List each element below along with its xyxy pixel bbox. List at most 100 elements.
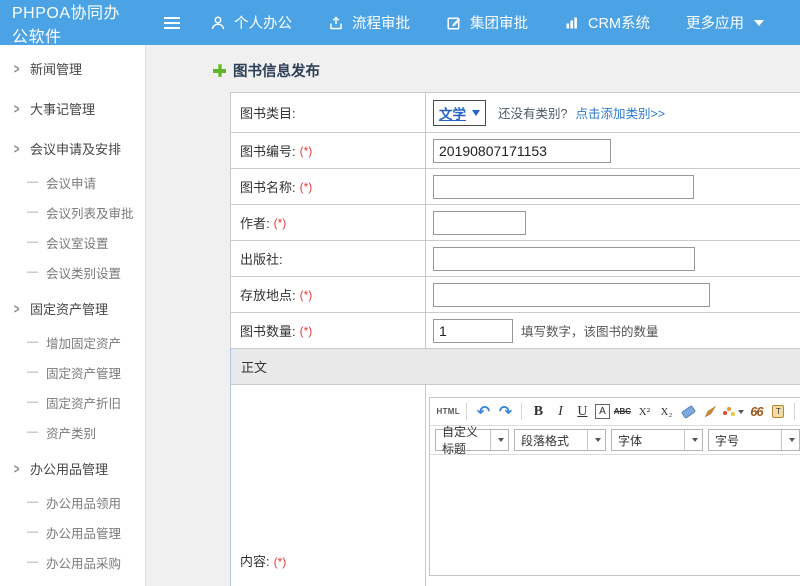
sidebar-item-meeting[interactable]: 会议申请及安排 bbox=[0, 130, 145, 167]
form-row-book-no: 图书编号:(*) bbox=[230, 133, 800, 169]
format-brush-icon[interactable] bbox=[701, 401, 720, 422]
font-size-select[interactable]: 字号 bbox=[708, 429, 800, 451]
form-row-location: 存放地点: (*) bbox=[230, 277, 800, 313]
add-category-link[interactable]: 点击添加类别>> bbox=[575, 103, 665, 122]
rich-text-editor: HTML ↶ ↷ B I U A ABC X² X₂ bbox=[429, 397, 800, 576]
bold-button[interactable]: B bbox=[529, 401, 548, 422]
nav-item-group-approval[interactable]: 集团审批 bbox=[446, 12, 528, 33]
nav-item-personal-office[interactable]: 个人办公 bbox=[210, 12, 292, 33]
nav-item-process-approval[interactable]: 流程审批 bbox=[328, 12, 410, 33]
required-mark: (*) bbox=[274, 216, 287, 230]
publisher-label: 出版社: bbox=[240, 249, 283, 268]
dash-icon bbox=[27, 396, 38, 408]
publisher-input[interactable] bbox=[433, 247, 695, 271]
sidebar-item-asset-depreciation[interactable]: 固定资产折旧 bbox=[0, 387, 145, 417]
required-mark: (*) bbox=[300, 180, 313, 194]
required-mark: (*) bbox=[274, 555, 287, 569]
paste-icon[interactable]: T bbox=[769, 401, 788, 422]
chevron-right-icon bbox=[14, 60, 20, 76]
dash-icon bbox=[27, 556, 38, 568]
crm-chart-icon bbox=[564, 15, 580, 31]
editor-toolbar-row2: 自定义标题 段落格式 字体 字号 bbox=[430, 426, 800, 455]
sidebar-item-asset-category[interactable]: 资产类别 bbox=[0, 417, 145, 447]
sidebar-item-add-asset[interactable]: 增加固定资产 bbox=[0, 327, 145, 357]
location-label: 存放地点: bbox=[240, 285, 296, 304]
form-row-quantity: 图书数量: (*) 填写数字，该图书的数量 bbox=[230, 313, 800, 349]
form-row-book-name: 图书名称: (*) bbox=[230, 169, 800, 205]
quantity-input[interactable] bbox=[433, 319, 513, 343]
dash-icon bbox=[27, 526, 38, 538]
autotypeset-button[interactable]: A bbox=[595, 404, 610, 419]
chevron-right-icon bbox=[14, 100, 20, 116]
dash-icon bbox=[27, 266, 38, 278]
redo-icon[interactable]: ↷ bbox=[496, 401, 515, 422]
sidebar-item-news[interactable]: 新闻管理 bbox=[0, 50, 145, 87]
author-input[interactable] bbox=[433, 211, 526, 235]
font-family-select[interactable]: 字体 bbox=[611, 429, 703, 451]
category-hint: 还没有类别? bbox=[498, 103, 567, 122]
sidebar-item-supplies-manage[interactable]: 办公用品管理 bbox=[0, 517, 145, 547]
book-name-input[interactable] bbox=[433, 175, 694, 199]
form-row-author: 作者: (*) bbox=[230, 205, 800, 241]
color-palette-icon[interactable] bbox=[723, 401, 744, 422]
form-row-publisher: 出版社: bbox=[230, 241, 800, 277]
main-content: 图书信息发布 图书类目: 文学 还没有类别? 点击添加类别>> 图书编号:(*) bbox=[146, 45, 800, 586]
underline-button[interactable]: U bbox=[573, 401, 592, 422]
green-plus-icon bbox=[213, 64, 226, 77]
select-caret-icon bbox=[472, 110, 480, 116]
sidebar-item-office-supplies[interactable]: 办公用品管理 bbox=[0, 450, 145, 487]
category-select[interactable]: 文学 bbox=[433, 100, 486, 126]
book-no-label: 图书编号: bbox=[240, 141, 296, 160]
paragraph-format-select[interactable]: 段落格式 bbox=[514, 429, 606, 451]
required-mark: (*) bbox=[300, 324, 313, 338]
dash-icon bbox=[27, 336, 38, 348]
hamburger-menu-icon[interactable] bbox=[164, 17, 176, 29]
eraser-icon[interactable] bbox=[679, 401, 698, 422]
top-bar: PHPOA协同办公软件 个人办公 流程审批 集团审批 CRM系统 更多应用 bbox=[0, 0, 800, 45]
sidebar-item-supplies-stock[interactable]: 办公用品库存管理 bbox=[0, 577, 145, 586]
dash-icon bbox=[27, 426, 38, 438]
sidebar-item-events[interactable]: 大事记管理 bbox=[0, 90, 145, 127]
superscript-button[interactable]: X² bbox=[635, 401, 654, 422]
user-icon bbox=[210, 15, 226, 31]
subscript-button[interactable]: X₂ bbox=[657, 401, 676, 422]
sidebar-item-meeting-apply[interactable]: 会议申请 bbox=[0, 167, 145, 197]
book-no-input[interactable] bbox=[433, 139, 611, 163]
dash-icon bbox=[27, 206, 38, 218]
quantity-hint: 填写数字，该图书的数量 bbox=[521, 321, 659, 340]
blockquote-button[interactable]: 66 bbox=[747, 401, 766, 422]
required-mark: (*) bbox=[300, 288, 313, 302]
category-label: 图书类目: bbox=[240, 103, 296, 122]
sidebar-item-supplies-purchase[interactable]: 办公用品采购 bbox=[0, 547, 145, 577]
book-form: 图书类目: 文学 还没有类别? 点击添加类别>> 图书编号:(*) 图书名称:(… bbox=[230, 92, 800, 586]
html-source-button[interactable]: HTML bbox=[437, 401, 460, 422]
page-title: 图书信息发布 bbox=[233, 60, 320, 81]
nav-item-crm[interactable]: CRM系统 bbox=[564, 12, 650, 33]
strikethrough-button[interactable]: ABC bbox=[613, 401, 632, 422]
dash-icon bbox=[27, 236, 38, 248]
app-logo: PHPOA协同办公软件 bbox=[0, 0, 128, 47]
undo-icon[interactable]: ↶ bbox=[474, 401, 493, 422]
italic-button[interactable]: I bbox=[551, 401, 570, 422]
location-input[interactable] bbox=[433, 283, 710, 307]
sidebar-item-meeting-list[interactable]: 会议列表及审批 bbox=[0, 197, 145, 227]
sidebar-item-supplies-claim[interactable]: 办公用品领用 bbox=[0, 487, 145, 517]
dash-icon bbox=[27, 496, 38, 508]
author-label: 作者: bbox=[240, 213, 270, 232]
custom-title-select[interactable]: 自定义标题 bbox=[435, 429, 509, 451]
sidebar-item-meeting-category[interactable]: 会议类别设置 bbox=[0, 257, 145, 287]
sidebar-item-asset-manage[interactable]: 固定资产管理 bbox=[0, 357, 145, 387]
chevron-right-icon bbox=[14, 300, 20, 316]
form-row-content: 内容:(*) HTML ↶ ↷ B I U A bbox=[230, 385, 800, 586]
body-section-header: 正文 bbox=[230, 349, 800, 385]
quantity-label: 图书数量: bbox=[240, 321, 296, 340]
sidebar-item-fixed-assets[interactable]: 固定资产管理 bbox=[0, 290, 145, 327]
editor-toolbar-row1: HTML ↶ ↷ B I U A ABC X² X₂ bbox=[430, 398, 800, 426]
nav-item-more-apps[interactable]: 更多应用 bbox=[686, 12, 764, 33]
book-name-label: 图书名称: bbox=[240, 177, 296, 196]
chevron-right-icon bbox=[14, 460, 20, 476]
sidebar-item-meeting-room[interactable]: 会议室设置 bbox=[0, 227, 145, 257]
editor-content-area[interactable] bbox=[430, 455, 800, 575]
caret-down-icon bbox=[754, 20, 764, 26]
dash-icon bbox=[27, 366, 38, 378]
